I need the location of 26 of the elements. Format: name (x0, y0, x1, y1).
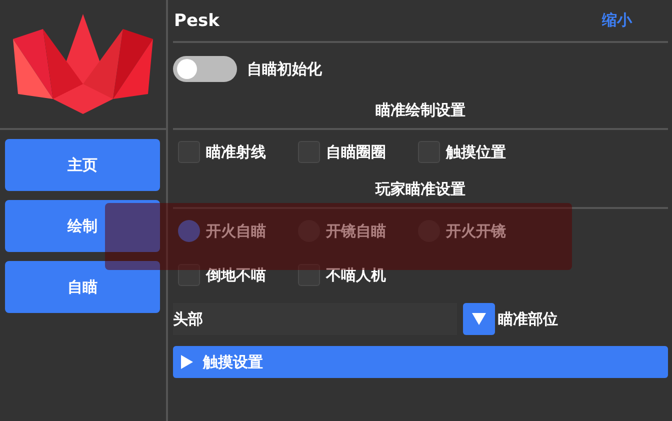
collapsible-header[interactable]: 触摸设置 (173, 346, 668, 378)
checkbox[interactable] (178, 264, 200, 286)
caret-icon (472, 313, 486, 325)
toggle-label: 自瞄初始化 (247, 60, 322, 78)
option-label: 开火自瞄 (206, 222, 266, 240)
radio-button[interactable] (178, 220, 200, 242)
checkbox[interactable] (298, 264, 320, 286)
option-label: 瞄准射线 (206, 142, 266, 162)
sidebar-item[interactable]: 自瞄 (5, 261, 160, 313)
sidebar-item[interactable]: 绘制 (5, 200, 160, 252)
section-header: 瞄准绘制设置 (173, 95, 668, 130)
minimize-link[interactable]: 缩小 (596, 10, 638, 31)
option-label: 倒地不喵 (206, 266, 266, 284)
option-label: 开镜自瞄 (326, 222, 386, 240)
option-label: 开火开镜 (446, 222, 506, 240)
dropdown-button[interactable] (463, 303, 495, 335)
dropdown-label: 瞄准部位 (498, 310, 558, 328)
section-header: 玩家瞄准设置 (173, 174, 668, 209)
option-label: 自瞄圈圈 (326, 142, 386, 162)
logo-icon (13, 14, 153, 114)
toggle-switch[interactable] (173, 56, 237, 82)
dropdown-field[interactable]: 头部 (173, 303, 457, 335)
menu-title: Pesk (174, 10, 220, 30)
option-label: 不喵人机 (326, 266, 386, 284)
sidebar-item[interactable]: 主页 (5, 139, 160, 191)
option-label: 触摸位置 (446, 142, 506, 162)
